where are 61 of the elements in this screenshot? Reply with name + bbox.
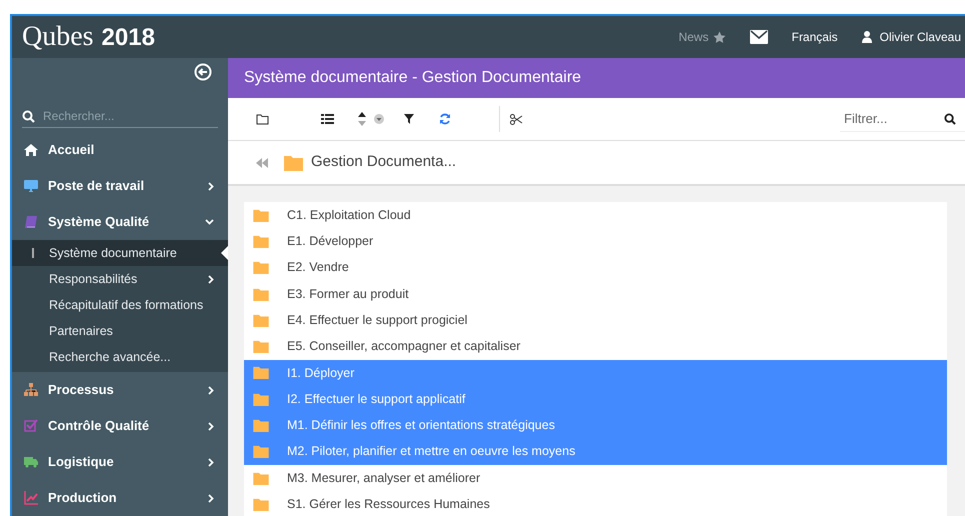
book-icon (24, 215, 38, 229)
filter-icon[interactable] (404, 114, 414, 124)
home-icon (24, 143, 38, 157)
language-link[interactable]: Français (792, 28, 838, 46)
sort-icon[interactable] (358, 111, 366, 127)
folder-row[interactable]: S1. Gérer les Ressources Humaines (244, 491, 947, 516)
folder-icon (253, 261, 269, 274)
app-logo[interactable]: Qubes 2018 (22, 16, 155, 58)
submenu-item[interactable]: Responsabilités (12, 266, 228, 292)
scissors-icon[interactable] (510, 114, 523, 124)
news-link[interactable]: News (678, 28, 726, 46)
folder-row[interactable]: E4. Effectuer le support progiciel (244, 307, 947, 334)
page-title: Système documentaire - Gestion Documentaire (244, 68, 582, 88)
search-field[interactable]: Rechercher... (43, 107, 193, 125)
folder-icon (253, 472, 269, 485)
submenu-item[interactable]: Système documentaire (12, 240, 228, 266)
collapse-icon[interactable] (194, 62, 212, 80)
folder-row[interactable]: C1. Exploitation Cloud (244, 202, 947, 228)
folder-row[interactable]: M3. Mesurer, analyser et améliorer (244, 464, 947, 492)
submenu-item[interactable]: Partenaires (12, 318, 228, 344)
star-icon (712, 30, 726, 44)
folder-row[interactable]: E3. Former au produit (244, 280, 947, 308)
mail-icon[interactable] (750, 30, 768, 44)
hierarchy-icon (24, 383, 38, 397)
sidebar-item[interactable]: Production (12, 480, 228, 516)
monitor-icon (24, 179, 38, 193)
submenu-item[interactable]: Recherche avancée... (12, 344, 228, 370)
folder-icon (253, 445, 269, 458)
sidebar-item[interactable]: Contrôle Qualité (12, 408, 228, 444)
search-icon (22, 110, 35, 122)
folder-row[interactable]: E5. Conseiller, accompagner et capitaliser (244, 333, 947, 360)
folder-icon (253, 419, 269, 432)
user-link[interactable]: Olivier Claveau (862, 28, 961, 46)
folder-row[interactable]: E2. Vendre (244, 254, 947, 281)
folder-icon[interactable] (256, 114, 269, 124)
folder-icon (253, 314, 269, 327)
sidebar-item[interactable]: Poste de travail (12, 168, 228, 204)
filter-field[interactable]: Filtrer... (844, 108, 944, 128)
refresh-icon[interactable] (439, 113, 451, 125)
folder-icon (253, 340, 269, 354)
folder-icon (284, 154, 303, 170)
folder-icon (253, 366, 269, 380)
checkbox-icon (24, 419, 38, 433)
search-icon (944, 112, 956, 124)
submenu-item[interactable]: Récapitulatif des formations (12, 292, 228, 318)
folder-icon (253, 392, 269, 406)
folder-icon (253, 208, 269, 222)
breadcrumb-label[interactable]: Gestion Documenta... (311, 151, 456, 174)
chart-icon (24, 491, 38, 505)
dropdown-icon[interactable] (374, 114, 384, 124)
sidebar-item[interactable]: Logistique (12, 444, 228, 480)
folder-icon (253, 234, 269, 248)
sidebar-item[interactable]: Système Qualité (12, 204, 228, 240)
truck-icon (24, 455, 38, 469)
list-icon[interactable] (321, 114, 334, 124)
folder-icon (253, 288, 269, 301)
user-icon (862, 31, 872, 43)
folder-row[interactable]: E1. Développer (244, 228, 947, 255)
sidebar-item[interactable]: Accueil (12, 132, 228, 168)
folder-icon (253, 498, 269, 511)
sidebar-item[interactable]: Processus (12, 372, 228, 408)
